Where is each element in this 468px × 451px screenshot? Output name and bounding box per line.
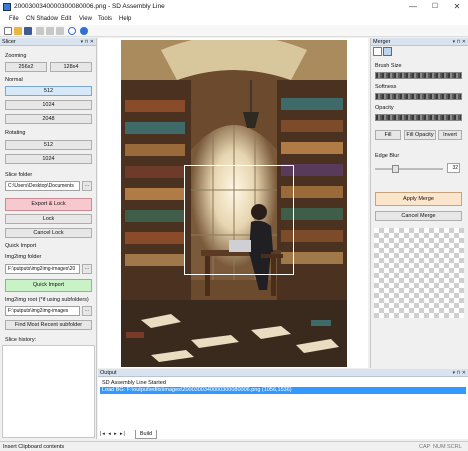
panel-pin-icon[interactable]: ▾ ⊓ ✕ — [453, 38, 466, 46]
copy-icon[interactable] — [46, 27, 54, 35]
rotating-1024-button[interactable]: 1024 — [5, 154, 92, 164]
panel-pin-icon[interactable]: ▾ ⊓ ✕ — [81, 38, 94, 46]
zooming-label: Zooming — [5, 53, 27, 59]
img2img-folder-label: Img2img folder — [5, 254, 42, 260]
output-line: SD Assembly Line Started — [102, 380, 166, 386]
zoom-128-button[interactable]: 128x4 — [50, 62, 92, 72]
output-header: Output ▾ ⊓ ✕ — [98, 369, 468, 377]
apply-merge-button[interactable]: Apply Merge — [375, 192, 462, 206]
help-icon[interactable] — [80, 27, 88, 35]
find-most-recent-button[interactable]: Find Most Recent subfolder — [5, 320, 92, 330]
rotating-512-button[interactable]: 512 — [5, 140, 92, 150]
opacity-slider[interactable] — [375, 114, 462, 121]
num-indicator: NUM — [433, 444, 446, 450]
menu-help[interactable]: Help — [119, 16, 131, 22]
toolbar — [0, 25, 468, 37]
merge-preview — [374, 228, 464, 318]
edge-blur-value[interactable]: 32 — [447, 163, 460, 173]
output-title: Output — [100, 370, 117, 376]
menu-cn-shadow[interactable]: CN Shadow — [26, 16, 58, 22]
menu-view[interactable]: View — [79, 16, 92, 22]
status-text: Insert Clipboard contents — [3, 444, 65, 450]
rotating-label: Rotating — [5, 130, 26, 136]
merger-header: Merger ▾ ⊓ ✕ — [371, 38, 468, 46]
normal-2048-button[interactable]: 2048 — [5, 114, 92, 124]
invert-button[interactable]: Invert — [438, 130, 462, 140]
img2img-root-browse-button[interactable]: ... — [82, 306, 92, 316]
scrl-indicator: SCRL — [447, 444, 462, 450]
brush-size-slider[interactable] — [375, 72, 462, 79]
edge-blur-track[interactable] — [375, 168, 443, 170]
cancel-merge-button[interactable]: Cancel Merge — [375, 211, 462, 221]
cap-indicator: CAP — [419, 444, 431, 450]
img2img-root-label: Img2img root (*if using subfolders) — [5, 297, 89, 303]
softness-slider[interactable] — [375, 93, 462, 100]
slice-folder-field[interactable]: C:\Users\Desktop\Documents — [5, 181, 80, 191]
lock-button[interactable]: Lock — [5, 214, 92, 224]
zoom-256-button[interactable]: 256x2 — [5, 62, 47, 72]
save-icon[interactable] — [24, 27, 32, 35]
title-bar: 2000300340000300080006.png - SD Assembly… — [0, 0, 468, 14]
menu-file[interactable]: File — [9, 16, 19, 22]
normal-512-button[interactable]: 512 — [5, 86, 92, 96]
window-title: 2000300340000300080006.png - SD Assembly… — [14, 3, 165, 10]
slicer-header: Slicer ▾ ⊓ ✕ — [0, 38, 96, 46]
paste-icon[interactable] — [56, 27, 64, 35]
menu-tools[interactable]: Tools — [98, 16, 112, 22]
settings-icon[interactable] — [68, 27, 76, 35]
cancel-lock-button[interactable]: Cancel Lock — [5, 228, 92, 238]
quick-import-label: Quick Import — [5, 243, 37, 249]
fill-button[interactable]: Fill — [375, 130, 401, 140]
status-bar: Insert Clipboard contents CAP NUM SCRL — [0, 441, 468, 451]
selection-rectangle[interactable] — [184, 165, 294, 275]
edge-blur-label: Edge Blur — [375, 153, 400, 159]
quick-import-button[interactable]: Quick Import — [5, 279, 92, 292]
open-folder-icon[interactable] — [14, 27, 22, 35]
eraser-tool-icon[interactable] — [383, 47, 392, 56]
app-icon — [3, 3, 11, 11]
brush-tool-icon[interactable] — [373, 47, 382, 56]
menu-edit[interactable]: Edit — [61, 16, 71, 22]
img2img-folder-field[interactable]: F:\putputs\img2img-images\20 — [5, 264, 80, 274]
img2img-root-field[interactable]: F:\putputs\img2img-images — [5, 306, 80, 316]
minimize-button[interactable]: — — [402, 0, 424, 14]
tab-build[interactable]: Build — [135, 430, 157, 439]
normal-label: Normal — [5, 77, 23, 83]
new-file-icon[interactable] — [4, 27, 12, 35]
softness-label: Softness — [375, 84, 397, 90]
img2img-folder-browse-button[interactable]: ... — [82, 264, 92, 274]
fill-opacity-button[interactable]: Fill Opacity — [404, 130, 436, 140]
slice-folder-browse-button[interactable]: ... — [82, 181, 92, 191]
merger-title: Merger — [373, 39, 391, 45]
slice-folder-label: Slice folder — [5, 172, 33, 178]
menu-bar: File CN Shadow Edit View Tools Help — [0, 14, 468, 25]
brush-size-label: Brush Size — [375, 63, 402, 69]
edge-blur-thumb[interactable] — [392, 165, 400, 173]
slice-history-label: Slice history: — [5, 337, 37, 343]
opacity-label: Opacity — [375, 105, 394, 111]
cut-icon[interactable] — [36, 27, 44, 35]
output-nav-arrows-icon[interactable]: |◂ ◂ ▸ ▸| — [100, 431, 126, 437]
maximize-button[interactable]: ☐ — [424, 0, 446, 14]
export-lock-button[interactable]: Export & Lock — [5, 198, 92, 211]
slice-history-list[interactable] — [2, 345, 95, 438]
normal-1024-button[interactable]: 1024 — [5, 100, 92, 110]
slicer-title: Slicer — [2, 39, 16, 45]
panel-pin-icon[interactable]: ▾ ⊓ ✕ — [453, 369, 466, 377]
close-button[interactable]: ✕ — [446, 0, 468, 14]
output-line-selected[interactable]: Load BG: F:\output\edits\images\20003003… — [100, 387, 466, 394]
